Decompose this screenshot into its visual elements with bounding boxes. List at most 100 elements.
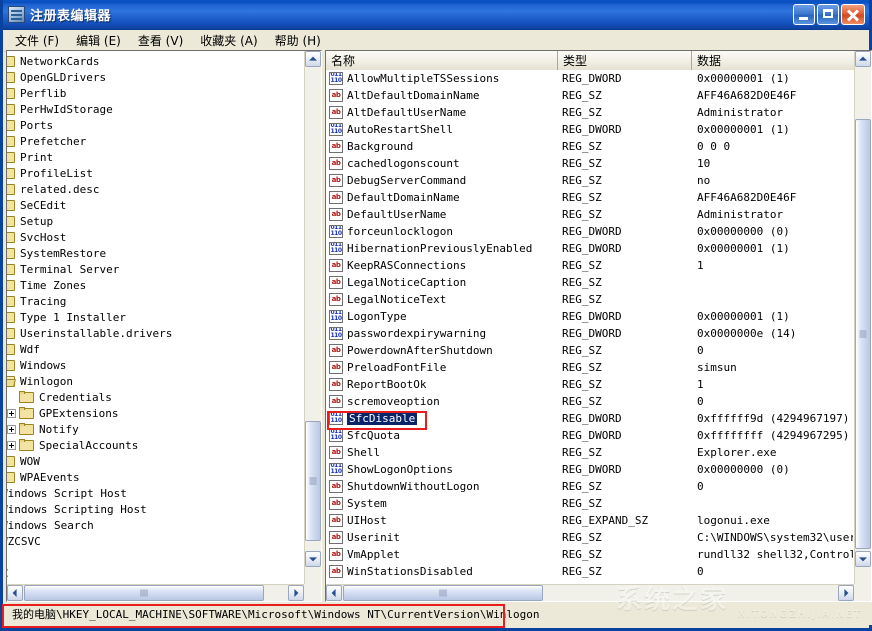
tree-item[interactable]: Windows Search [7, 517, 305, 533]
tree-hscroll-thumb[interactable] [24, 585, 264, 601]
minimize-button[interactable] [793, 4, 815, 25]
tree-item[interactable]: GPExtensions [7, 405, 305, 421]
table-row[interactable]: UserinitREG_SZC:\WINDOWS\system32\useri [326, 529, 853, 546]
table-row[interactable]: ShutdownWithoutLogonREG_SZ0 [326, 478, 853, 495]
table-row[interactable]: ShowLogonOptionsREG_DWORD0x00000000 (0) [326, 461, 853, 478]
list-scroll-down-button[interactable] [855, 551, 871, 567]
table-row[interactable]: AllowMultipleTSSessionsREG_DWORD0x000000… [326, 70, 853, 87]
table-row[interactable]: VmAppletREG_SZrundll32 shell32,Control_ [326, 546, 853, 563]
table-row[interactable]: LegalNoticeTextREG_SZ [326, 291, 853, 308]
tree-scroll-right-button[interactable] [288, 585, 304, 601]
tree-item[interactable]: SeCEdit [7, 197, 305, 213]
tree-item-label: PerHwIdStorage [20, 103, 119, 116]
tree-item[interactable]: OpenGLDrivers [7, 69, 305, 85]
tree-expand-icon[interactable] [7, 441, 16, 450]
menu-view[interactable]: 查看 (V) [130, 30, 192, 52]
cell-data: 1 [692, 259, 853, 272]
table-row[interactable]: WinStationsDisabledREG_SZ0 [326, 563, 853, 580]
tree-scroll-up-button[interactable] [305, 51, 321, 67]
table-row[interactable]: ReportBootOkREG_SZ1 [326, 376, 853, 393]
tree-scroll-thumb[interactable] [305, 421, 321, 541]
tree-item[interactable]: Ports [7, 117, 305, 133]
tree-item[interactable]: NetworkCards [7, 53, 305, 69]
menu-file[interactable]: 文件 (F) [7, 30, 68, 52]
tree-item[interactable]: SvcHost [7, 229, 305, 245]
menu-edit[interactable]: 编辑 (E) [68, 30, 130, 52]
tree-item[interactable]: related.desc [7, 181, 305, 197]
table-row[interactable]: PowerdownAfterShutdownREG_SZ0 [326, 342, 853, 359]
menu-favorites[interactable]: 收藏夹 (A) [192, 30, 266, 52]
table-row[interactable]: forceunlocklogonREG_DWORD0x00000000 (0) [326, 223, 853, 240]
tree-item[interactable]: WPAEvents [7, 469, 305, 485]
table-row[interactable]: DebugServerCommandREG_SZno [326, 172, 853, 189]
title-bar[interactable]: 注册表编辑器 [3, 0, 869, 30]
list-scroll-up-button[interactable] [855, 51, 871, 67]
tree-item[interactable]: Terminal Server [7, 261, 305, 277]
tree-item[interactable]: PerHwIdStorage [7, 101, 305, 117]
table-row[interactable]: AutoRestartShellREG_DWORD0x00000001 (1) [326, 121, 853, 138]
registry-values-list[interactable]: AllowMultipleTSSessionsREG_DWORD0x000000… [326, 70, 853, 583]
tree-item[interactable]: SpecialAccounts [7, 437, 305, 453]
tree-scroll-left-button[interactable] [7, 585, 23, 601]
table-row[interactable]: DefaultUserNameREG_SZAdministrator [326, 206, 853, 223]
table-row[interactable]: HibernationPreviouslyEnabledREG_DWORD0x0… [326, 240, 853, 257]
folder-icon [19, 439, 35, 452]
table-row[interactable]: SystemREG_SZ [326, 495, 853, 512]
list-vertical-scrollbar[interactable] [854, 51, 871, 585]
tree-item[interactable]: Windows Scripting Host [7, 501, 305, 517]
table-row[interactable]: SfcDisableREG_DWORD0xffffff9d (429496719… [326, 410, 853, 427]
table-row[interactable]: SfcQuotaREG_DWORD0xffffffff (4294967295) [326, 427, 853, 444]
tree-vertical-scrollbar[interactable] [304, 51, 321, 585]
table-row[interactable]: cachedlogonscountREG_SZ10 [326, 155, 853, 172]
table-row[interactable]: ShellREG_SZExplorer.exe [326, 444, 853, 461]
close-button[interactable] [841, 4, 865, 25]
list-scroll-thumb[interactable] [855, 119, 871, 549]
tree-item[interactable]: WZCSVC [7, 533, 305, 549]
tree-item[interactable]: WOW [7, 453, 305, 469]
tree-expand-icon[interactable] [7, 409, 16, 418]
table-row[interactable]: AltDefaultDomainNameREG_SZAFF46A682D0E46… [326, 87, 853, 104]
registry-tree[interactable]: NetworkCardsOpenGLDriversPerflib PerHwIdS… [7, 51, 305, 585]
tree-expand-icon[interactable] [7, 425, 16, 434]
tree-item[interactable]: NEC [7, 549, 305, 565]
table-row[interactable]: LogonTypeREG_DWORD0x00000001 (1) [326, 308, 853, 325]
tree-item[interactable]: Time Zones [7, 277, 305, 293]
tree-item[interactable]: Setup [7, 213, 305, 229]
column-header-data[interactable]: 数据 [692, 51, 871, 70]
tree-item[interactable]: Credentials [7, 389, 305, 405]
tree-item[interactable]: Userinstallable.drivers [7, 325, 305, 341]
table-row[interactable]: passwordexpirywarningREG_DWORD0x0000000e… [326, 325, 853, 342]
tree-horizontal-scrollbar[interactable] [7, 584, 305, 601]
table-row[interactable]: KeepRASConnectionsREG_SZ1 [326, 257, 853, 274]
tree-item[interactable]: Windows [7, 357, 305, 373]
tree-item[interactable]: Winlogon [7, 373, 305, 389]
column-header-name[interactable]: 名称 [326, 51, 558, 70]
tree-item[interactable]: Prefetcher [7, 133, 305, 149]
column-header-type[interactable]: 类型 [558, 51, 692, 70]
tree-item[interactable]: SystemRestore [7, 245, 305, 261]
table-row[interactable]: LegalNoticeCaptionREG_SZ [326, 274, 853, 291]
tree-item[interactable]: Tracing [7, 293, 305, 309]
table-row[interactable]: UIHostREG_EXPAND_SZlogonui.exe [326, 512, 853, 529]
list-hscroll-thumb[interactable] [343, 585, 543, 601]
table-row[interactable]: scremoveoptionREG_SZ0 [326, 393, 853, 410]
table-row[interactable]: BackgroundREG_SZ0 0 0 [326, 138, 853, 155]
maximize-button[interactable] [817, 4, 839, 25]
list-scroll-right-button[interactable] [838, 585, 854, 601]
table-row[interactable]: PreloadFontFileREG_SZsimsun [326, 359, 853, 376]
tree-item[interactable]: Notify [7, 421, 305, 437]
cell-data: 0x0000000e (14) [692, 327, 853, 340]
tree-scroll-down-button[interactable] [305, 551, 321, 567]
tree-item[interactable]: Windows Script Host [7, 485, 305, 501]
table-row[interactable]: DefaultDomainNameREG_SZAFF46A682D0E46F [326, 189, 853, 206]
tree-item[interactable]: Perflib [7, 85, 305, 101]
list-horizontal-scrollbar[interactable] [326, 584, 854, 601]
tree-item[interactable]: ODBC [7, 565, 305, 581]
table-row[interactable]: AltDefaultUserNameREG_SZAdministrator [326, 104, 853, 121]
menu-help[interactable]: 帮助 (H) [267, 30, 330, 52]
tree-item[interactable]: Type 1 Installer [7, 309, 305, 325]
tree-item[interactable]: ProfileList [7, 165, 305, 181]
list-scroll-left-button[interactable] [326, 585, 342, 601]
tree-item[interactable]: Wdf [7, 341, 305, 357]
tree-item[interactable]: Print [7, 149, 305, 165]
